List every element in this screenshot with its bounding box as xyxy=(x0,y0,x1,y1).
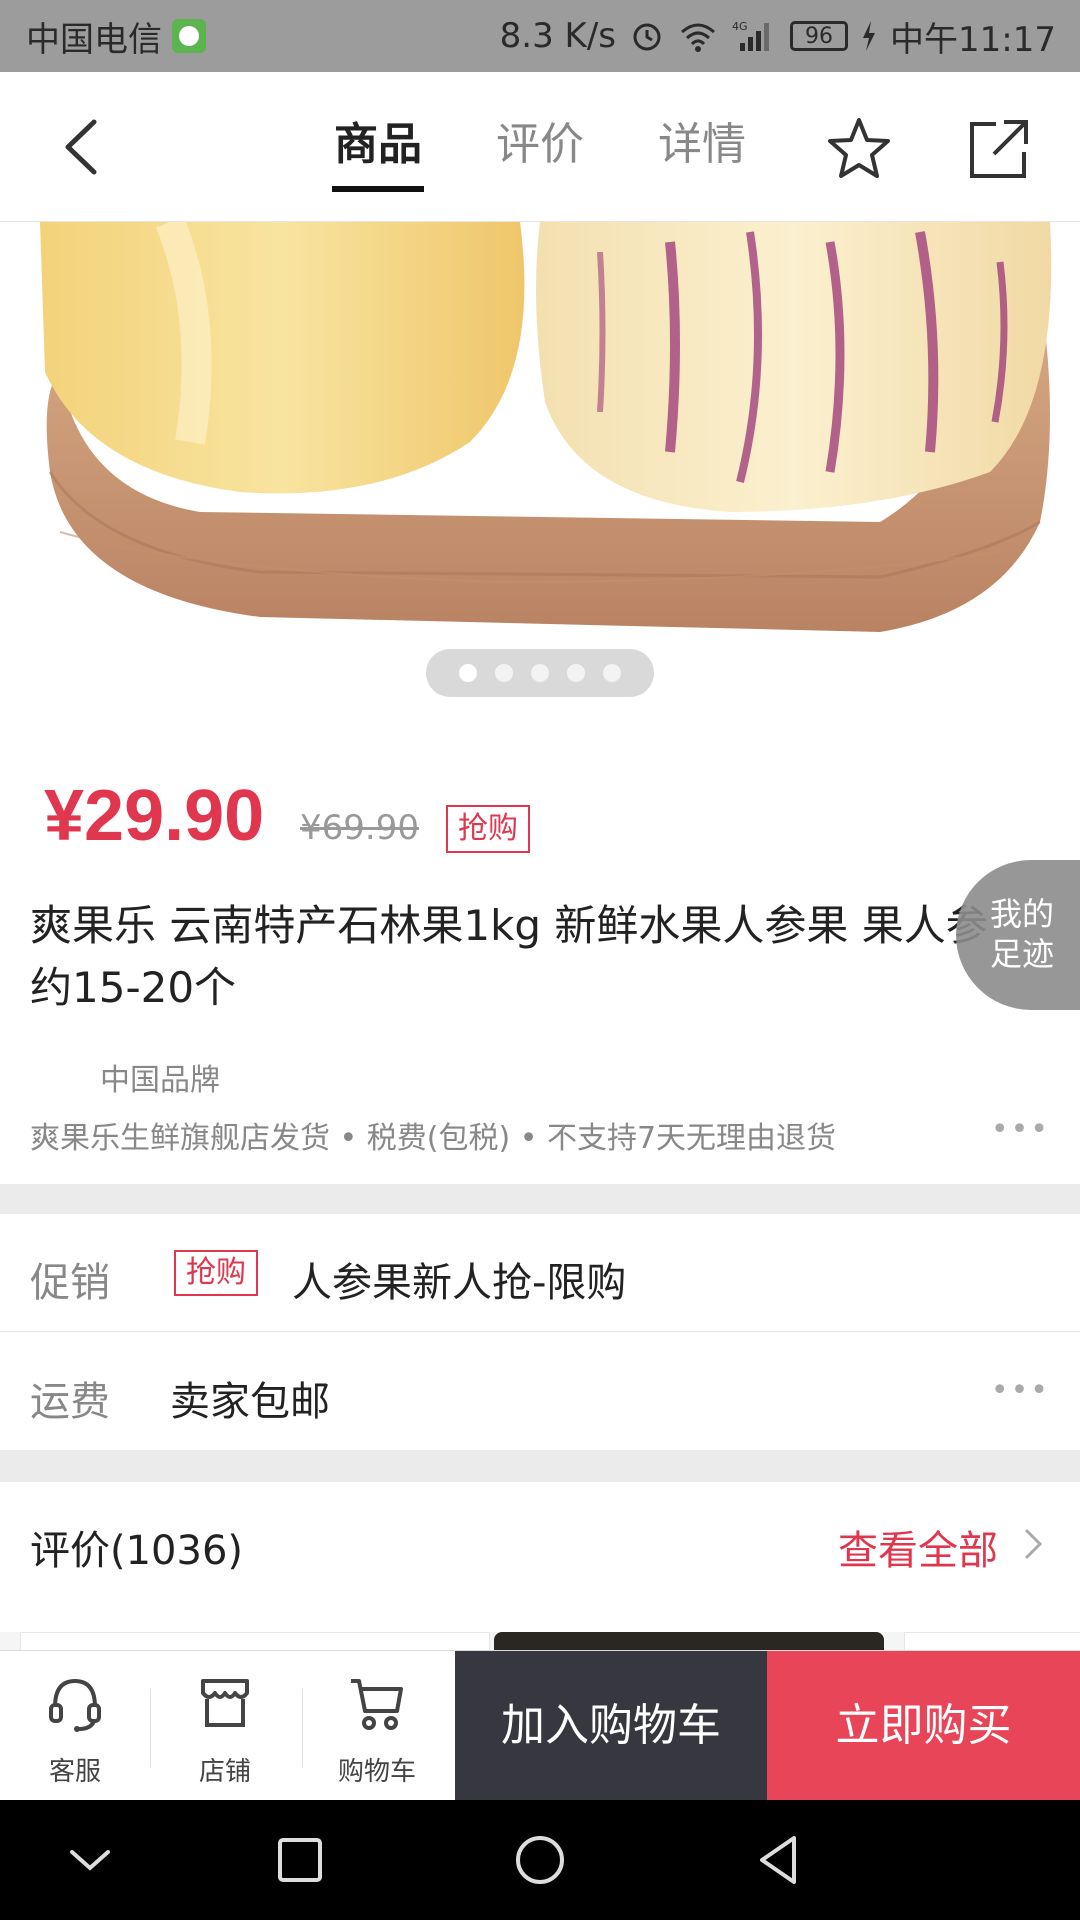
review-card[interactable] xyxy=(904,1632,1080,1652)
view-all-reviews-link[interactable]: 查看全部 xyxy=(838,1518,998,1576)
share-button[interactable] xyxy=(962,114,1032,184)
reviews-header[interactable]: 评价(1036) 查看全部 xyxy=(0,1482,1080,1602)
freight-more-icon[interactable]: ••• xyxy=(991,1373,1050,1408)
promotion-label: 促销 xyxy=(30,1260,110,1306)
cart-label: 购物车 xyxy=(337,1757,416,1787)
freight-label: 运费 xyxy=(30,1379,110,1425)
status-left: 中国电信 xyxy=(26,0,206,72)
share-icon xyxy=(970,120,1028,178)
review-cards-strip[interactable] xyxy=(0,1632,1080,1652)
carrier-app-icon xyxy=(172,19,206,53)
carousel-dot xyxy=(603,664,621,682)
recent-apps-icon[interactable] xyxy=(270,1830,330,1890)
brand-label: 中国品牌 xyxy=(100,1063,220,1098)
signal-icon: 4G xyxy=(732,20,770,51)
system-nav-bar xyxy=(0,1800,1080,1920)
freight-row[interactable]: 运费 卖家包邮 ••• xyxy=(0,1333,1080,1450)
add-to-cart-button[interactable]: 加入购物车 xyxy=(455,1651,767,1801)
flash-sale-tag: 抢购 xyxy=(446,805,530,853)
freight-text: 卖家包邮 xyxy=(170,1379,330,1425)
more-info-icon[interactable]: ••• xyxy=(991,1112,1050,1147)
wifi-icon xyxy=(681,23,716,52)
alarm-icon xyxy=(633,23,661,51)
status-right: 8.3 K/s 4G 96 中午11:17 xyxy=(500,0,1056,72)
home-icon[interactable] xyxy=(510,1830,570,1890)
product-title: 爽果乐 云南特产石林果1kg 新鲜水果人参果 果人参约15-20个 xyxy=(30,901,988,1012)
store-label: 店铺 xyxy=(198,1757,251,1787)
promotion-text: 人参果新人抢-限购 xyxy=(292,1260,627,1306)
carousel-dot-active xyxy=(459,664,477,682)
charging-icon xyxy=(863,21,876,51)
product-header: 商品 评价 详情 xyxy=(0,72,1080,222)
promotion-row[interactable]: 促销 抢购 人参果新人抢-限购 xyxy=(0,1214,1080,1332)
carousel-dot xyxy=(495,664,513,682)
promotion-tag: 抢购 xyxy=(174,1250,258,1296)
current-price: ¥29.90 xyxy=(44,776,265,856)
clock: 中午11:17 xyxy=(890,19,1056,60)
shipping-info: 爽果乐生鲜旗舰店发货 • 税费(包税) • 不支持7天无理由退货 xyxy=(30,1121,837,1156)
store-button[interactable]: 店铺 xyxy=(150,1651,300,1801)
reviews-title: 评价(1036) xyxy=(30,1528,244,1574)
headset-icon xyxy=(49,1678,101,1732)
tab-reviews[interactable]: 评价 xyxy=(494,112,586,192)
buy-now-button[interactable]: 立即购买 xyxy=(767,1651,1080,1801)
bottom-action-bar: 客服 店铺 购物车 加入购物车 立即购买 xyxy=(0,1650,1080,1801)
back-button[interactable] xyxy=(50,112,120,182)
store-icon xyxy=(201,1679,249,1727)
back-triangle-icon[interactable] xyxy=(750,1830,810,1890)
chevron-down-icon[interactable] xyxy=(60,1830,120,1890)
tab-details[interactable]: 详情 xyxy=(656,112,748,192)
carousel-dot xyxy=(531,664,549,682)
tab-goods[interactable]: 商品 xyxy=(332,112,424,192)
review-card-image[interactable] xyxy=(494,1632,884,1652)
chevron-left-icon xyxy=(65,119,97,175)
status-bar: 中国电信 8.3 K/s 4G 96 中午11:17 xyxy=(0,0,1080,72)
footprint-label-line1: 我的 xyxy=(990,895,1055,933)
review-card[interactable] xyxy=(20,1632,490,1652)
footprint-label-line2: 足迹 xyxy=(990,935,1055,973)
customer-service-label: 客服 xyxy=(48,1757,101,1787)
section-divider xyxy=(0,1184,1080,1214)
favorite-button[interactable] xyxy=(824,114,894,184)
network-speed: 8.3 K/s xyxy=(499,16,617,56)
chevron-right-icon xyxy=(1024,1528,1043,1560)
section-divider xyxy=(0,1450,1080,1482)
carousel-indicator xyxy=(426,649,654,697)
carrier-name: 中国电信 xyxy=(26,19,162,60)
cart-button[interactable]: 购物车 xyxy=(302,1651,452,1801)
network-type: 4G xyxy=(732,20,748,33)
carousel-dot xyxy=(567,664,585,682)
battery-indicator: 96 xyxy=(790,21,849,51)
customer-service-button[interactable]: 客服 xyxy=(0,1651,150,1801)
original-price: ¥69.90 xyxy=(300,808,419,848)
cart-icon xyxy=(351,1679,403,1730)
star-icon xyxy=(828,118,890,178)
